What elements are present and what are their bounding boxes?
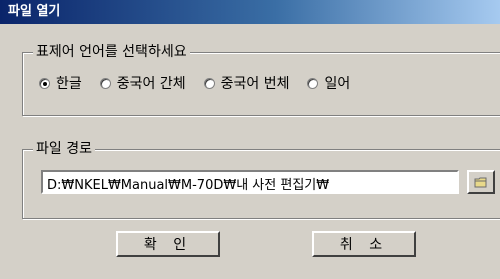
file-path-field[interactable]: D:₩NKEL₩Manual₩M-70D₩내 사전 편집기₩ (41, 170, 459, 194)
language-group-label: 표제어 언어를 선택하세요 (33, 43, 190, 61)
language-options: 한글 중국어 간체 중국어 번체 일어 (39, 73, 368, 93)
title-bar: 파일 열기 (0, 0, 500, 24)
radio-chinese-traditional-indicator[interactable] (203, 77, 215, 89)
radio-japanese-indicator[interactable] (307, 77, 319, 89)
cancel-button[interactable]: 취 소 (312, 231, 416, 257)
path-group-label: 파일 경로 (33, 140, 95, 158)
dialog-body: 표제어 언어를 선택하세요 한글 중국어 간체 중국어 번체 일어 파일 경로 … (0, 24, 500, 279)
radio-chinese-simplified[interactable]: 중국어 간체 (99, 73, 186, 93)
radio-korean[interactable]: 한글 (39, 73, 82, 93)
path-group: 파일 경로 D:₩NKEL₩Manual₩M-70D₩내 사전 편집기₩ (22, 140, 500, 219)
radio-korean-label: 한글 (56, 76, 82, 92)
window-title: 파일 열기 (8, 4, 61, 19)
language-group: 표제어 언어를 선택하세요 한글 중국어 간체 중국어 번체 일어 (22, 43, 500, 116)
browse-button[interactable] (467, 170, 495, 194)
ok-button[interactable]: 확 인 (116, 231, 220, 257)
radio-japanese[interactable]: 일어 (307, 73, 350, 93)
radio-chinese-simplified-label: 중국어 간체 (116, 76, 186, 92)
folder-icon (474, 177, 487, 188)
radio-chinese-traditional[interactable]: 중국어 번체 (203, 73, 290, 93)
radio-chinese-simplified-indicator[interactable] (99, 77, 111, 89)
radio-japanese-label: 일어 (324, 76, 351, 92)
radio-korean-indicator[interactable] (39, 77, 50, 89)
radio-chinese-traditional-label: 중국어 번체 (220, 76, 290, 92)
